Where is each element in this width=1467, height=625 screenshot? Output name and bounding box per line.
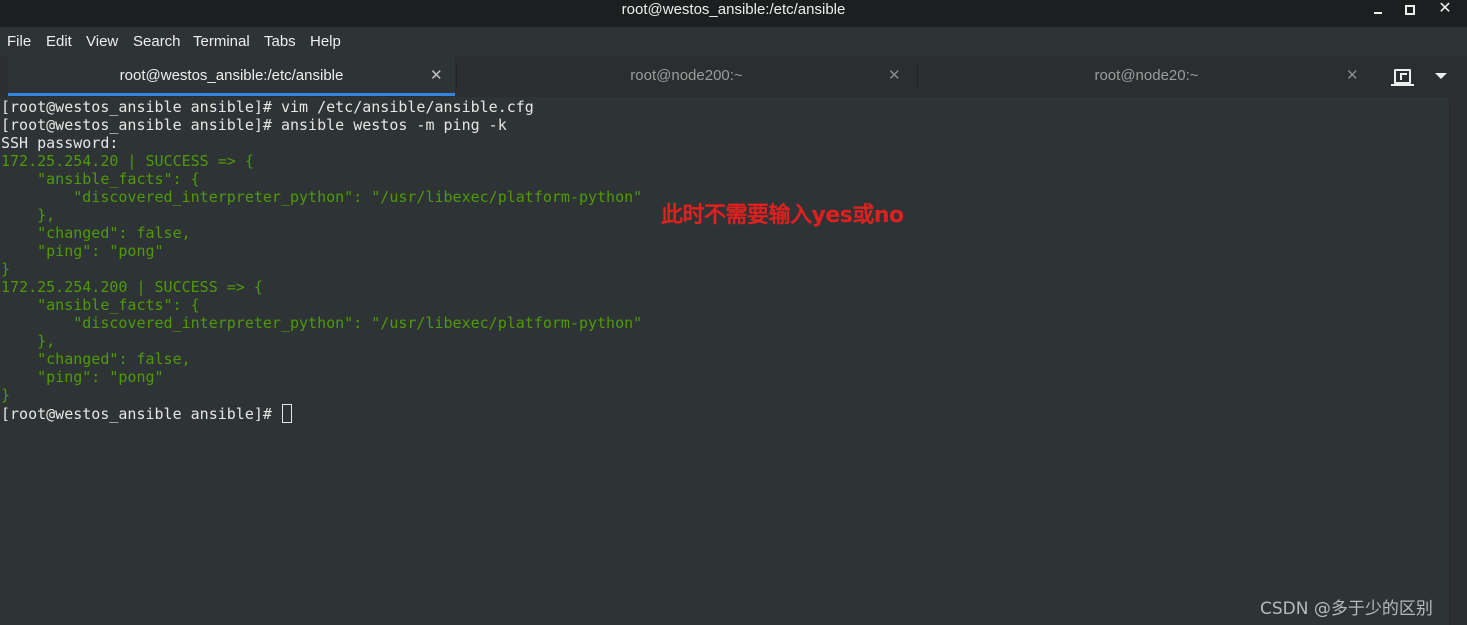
menu-view[interactable]: View — [86, 33, 118, 50]
terminal-line: "ping": "pong" — [1, 368, 164, 386]
terminal-prompt-line: [root@westos_ansible ansible]# — [1, 404, 642, 423]
terminal-line: "ansible_facts": { — [1, 296, 200, 314]
maximize-button[interactable] — [1399, 2, 1421, 22]
tab-label: root@node200:~ — [630, 67, 743, 84]
terminal-line: [root@westos_ansible ansible]# vim /etc/… — [1, 98, 534, 116]
terminal-line: "changed": false, — [1, 224, 191, 242]
menu-file[interactable]: File — [7, 33, 31, 50]
new-tab-button[interactable] — [1391, 65, 1414, 87]
new-tab-icon — [1391, 69, 1414, 86]
close-window-button[interactable]: ✕ — [1434, 0, 1456, 22]
terminal-line: "ping": "pong" — [1, 242, 164, 260]
terminal-line: }, — [1, 332, 56, 350]
terminal-line: [root@westos_ansible ansible]# ansible w… — [1, 116, 507, 134]
menu-help[interactable]: Help — [310, 33, 341, 50]
menu-bar: File Edit View Search Terminal Tabs Help — [0, 27, 1467, 56]
tab-bar: root@westos_ansible:/etc/ansible ✕ root@… — [0, 56, 1467, 98]
terminal-cursor — [281, 404, 292, 423]
tab-close-icon[interactable]: ✕ — [888, 66, 901, 84]
terminal-scrollbar[interactable] — [1449, 97, 1467, 625]
terminal-line: "discovered_interpreter_python": "/usr/l… — [1, 188, 643, 206]
tab-close-icon[interactable]: ✕ — [430, 66, 443, 84]
terminal-view[interactable]: [root@westos_ansible ansible]# vim /etc/… — [0, 97, 1449, 625]
minimize-icon — [1374, 12, 1382, 14]
terminal-line: }, — [1, 206, 56, 224]
terminal-line: 172.25.254.20 | SUCCESS => { — [1, 152, 254, 170]
tab-node20[interactable]: root@node20:~ ✕ — [918, 56, 1375, 96]
menu-search[interactable]: Search — [133, 33, 181, 50]
terminal-line: "changed": false, — [1, 350, 191, 368]
tab-westos-ansible[interactable]: root@westos_ansible:/etc/ansible ✕ — [8, 56, 455, 96]
menu-terminal[interactable]: Terminal — [193, 33, 250, 50]
window-title: root@westos_ansible:/etc/ansible — [621, 1, 846, 18]
terminal-line: } — [1, 260, 11, 278]
tab-label: root@node20:~ — [1094, 67, 1199, 84]
tab-close-icon[interactable]: ✕ — [1346, 66, 1359, 84]
terminal-prompt: [root@westos_ansible ansible]# — [1, 405, 281, 423]
terminal-line: 172.25.254.200 | SUCCESS => { — [1, 278, 263, 296]
tab-menu-button[interactable] — [1430, 65, 1452, 87]
terminal-line: "discovered_interpreter_python": "/usr/l… — [1, 314, 643, 332]
menu-tabs[interactable]: Tabs — [264, 33, 296, 50]
window-titlebar[interactable]: root@westos_ansible:/etc/ansible ✕ — [0, 0, 1467, 27]
tab-node200[interactable]: root@node200:~ ✕ — [457, 56, 916, 96]
annotation-note: 此时不需要输入yes或no — [661, 203, 904, 228]
terminal-line: } — [1, 386, 11, 404]
chevron-down-icon — [1435, 73, 1447, 79]
watermark: CSDN @多于少的区别 — [1260, 599, 1433, 619]
close-icon: ✕ — [1438, 0, 1452, 17]
tab-label: root@westos_ansible:/etc/ansible — [119, 67, 344, 84]
maximize-icon — [1405, 5, 1415, 15]
terminal-output: [root@westos_ansible ansible]# vim /etc/… — [1, 98, 643, 423]
terminal-line: SSH password: — [1, 134, 119, 152]
terminal-line: "ansible_facts": { — [1, 170, 200, 188]
menu-edit[interactable]: Edit — [46, 33, 72, 50]
active-tab-indicator — [8, 93, 455, 96]
minimize-button[interactable] — [1367, 2, 1389, 22]
